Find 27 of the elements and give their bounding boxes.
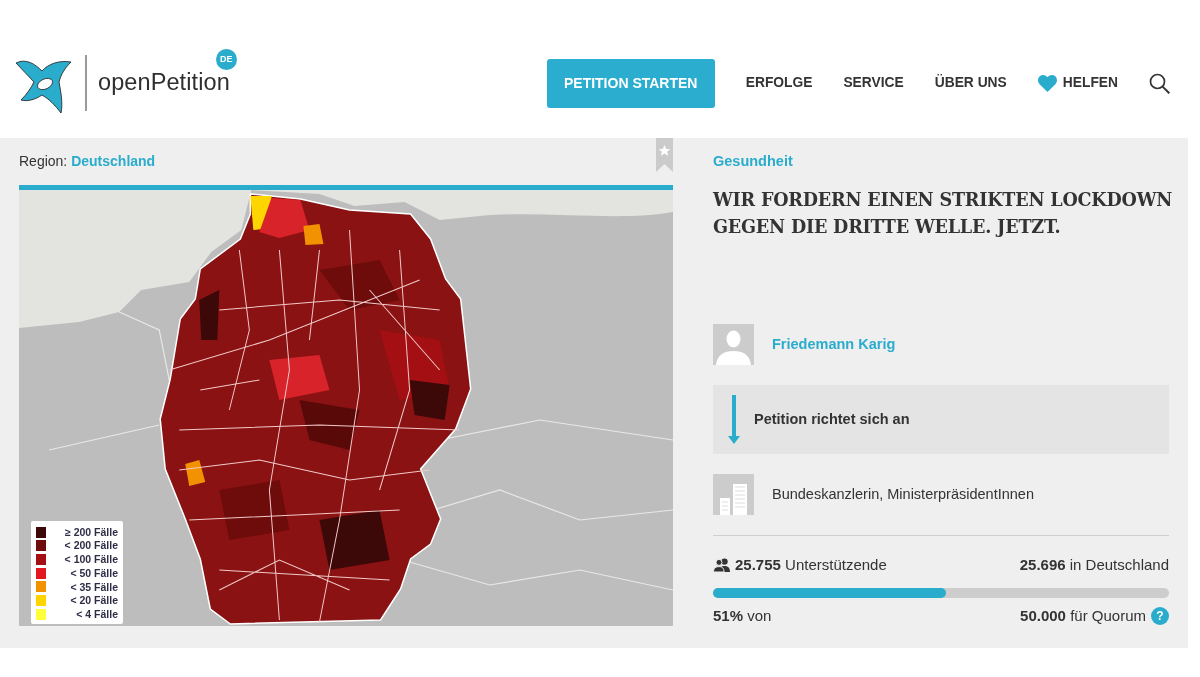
- supporter-count: 25.755 Unterstützende: [735, 554, 887, 575]
- search-icon[interactable]: [1149, 72, 1170, 94]
- legend-label: < 20 Fälle: [70, 595, 118, 606]
- legend-label: < 4 Fälle: [76, 608, 118, 620]
- country-badge: DE: [215, 49, 237, 70]
- help-link[interactable]: HELFEN: [1037, 72, 1118, 94]
- legend-label: < 35 Fälle: [70, 581, 118, 593]
- recipient-names: Bundeskanzlerin, MinisterpräsidentInnen: [772, 484, 1034, 504]
- nav-link[interactable]: ERFOLGE: [745, 72, 813, 94]
- heart-icon: [1037, 74, 1057, 92]
- progress-percent: 51% von: [713, 605, 772, 626]
- recipient-heading: Petition richtet sich an: [754, 409, 910, 429]
- legend-label: < 200 Fälle: [64, 540, 118, 551]
- users-icon: [713, 558, 731, 572]
- country-supporter-count: 25.696 in Deutschland: [1019, 554, 1169, 575]
- building-icon: [713, 474, 754, 515]
- logo-text[interactable]: openPetition: [98, 71, 230, 95]
- legend-label: < 100 Fälle: [64, 554, 118, 565]
- petition-title: WIR FORDERN EINEN STRIKTEN LOCKDOWN GEGEN DIE DRITTE WELLE. JETZT.: [713, 188, 1174, 239]
- legend-label: < 50 Fälle: [70, 567, 118, 579]
- nav-link[interactable]: ÜBER UNS: [934, 72, 1007, 94]
- down-arrow-icon: [728, 395, 740, 444]
- avatar-icon: [713, 324, 754, 365]
- legend-label: ≥ 200 Fälle: [64, 526, 118, 538]
- nav-link[interactable]: SERVICE: [843, 72, 904, 94]
- region-label: Region:: [19, 153, 68, 169]
- quorum-goal: 50.000 für Quorum: [1020, 605, 1146, 626]
